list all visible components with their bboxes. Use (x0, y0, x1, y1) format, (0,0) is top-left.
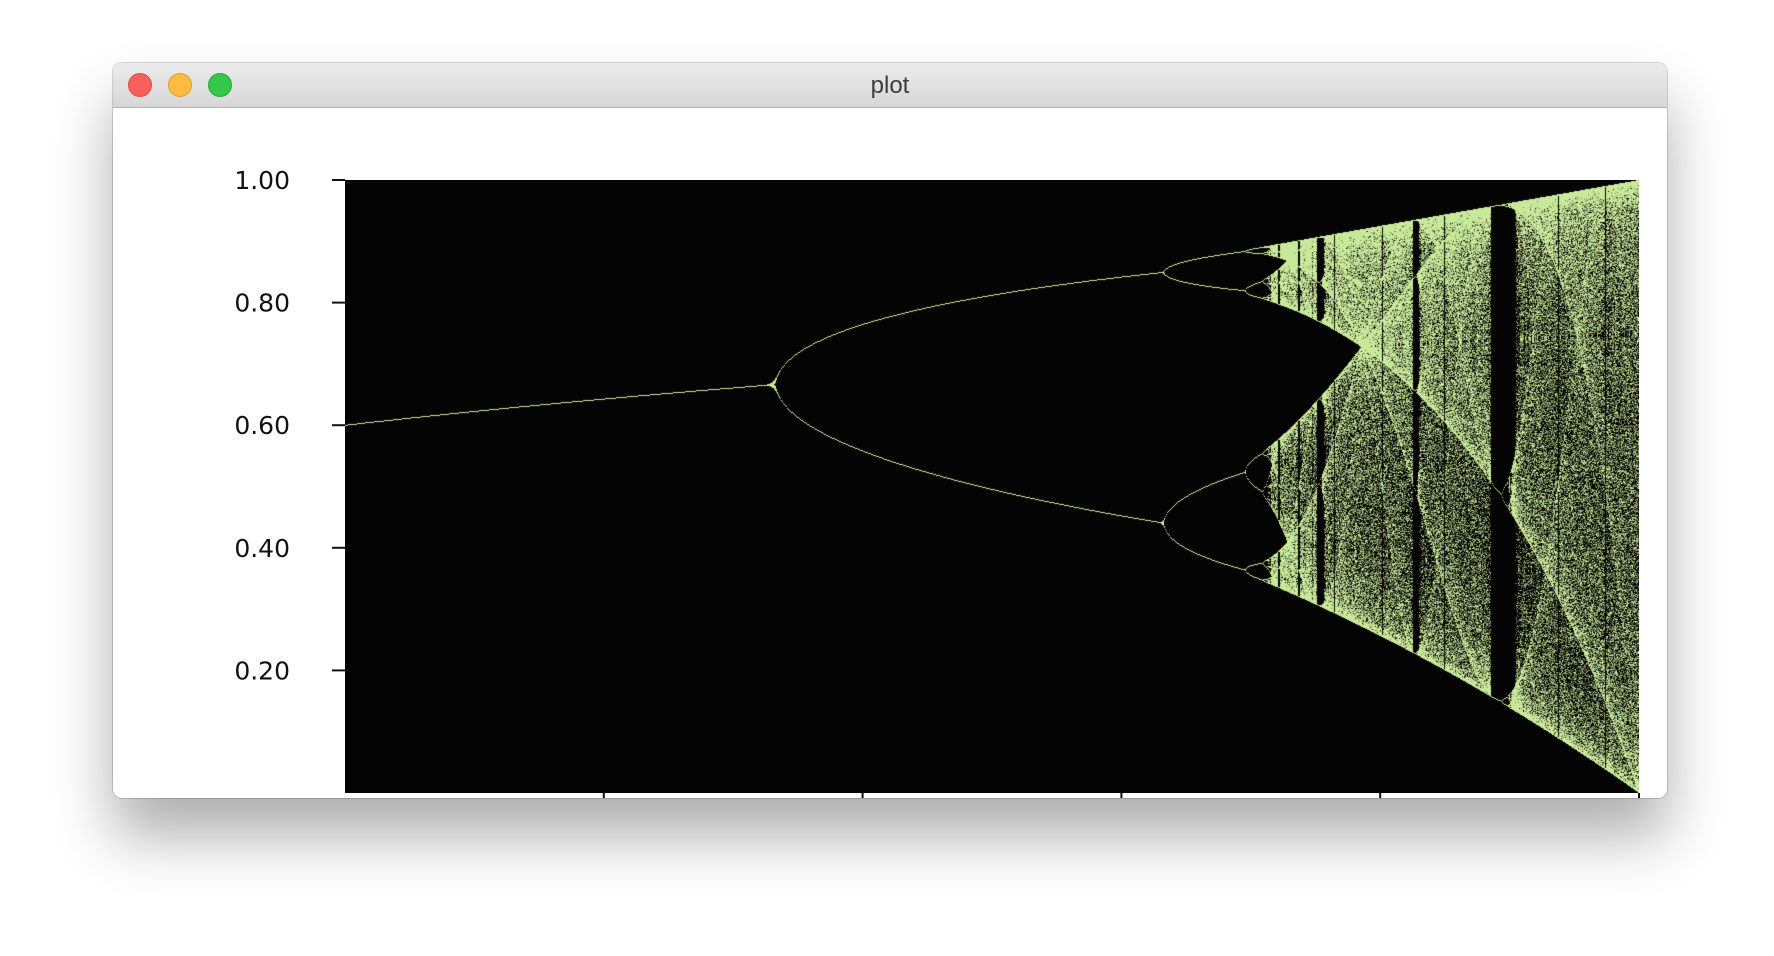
y-tick-label: 0.20 (234, 656, 290, 685)
bifurcation-chart: 0.20 0.40 0.60 0.80 1.00 2.803.103.403.704.0… (234, 166, 1640, 798)
plot-panel (345, 180, 1639, 793)
title-bar[interactable]: plot (113, 63, 1667, 108)
window-title: plot (870, 72, 910, 99)
plot-area: 0.20 0.40 0.60 0.80 1.00 2.803.103.403.704.0… (113, 108, 1667, 798)
y-tick-label: 1.00 (234, 166, 290, 195)
y-tick-label: 0.40 (234, 534, 290, 563)
y-tick-label: 0.60 (234, 411, 290, 440)
plot-window: plot 0.20 0.40 0.60 0.80 1.00 2.803.103.403.… (113, 63, 1667, 798)
y-tick-label: 0.80 (234, 289, 290, 318)
y-axis: 0.20 0.40 0.60 0.80 1.00 (234, 166, 345, 685)
bifurcation-points (345, 180, 1639, 793)
x-axis: 2.803.103.403.704.00 (602, 793, 1640, 798)
